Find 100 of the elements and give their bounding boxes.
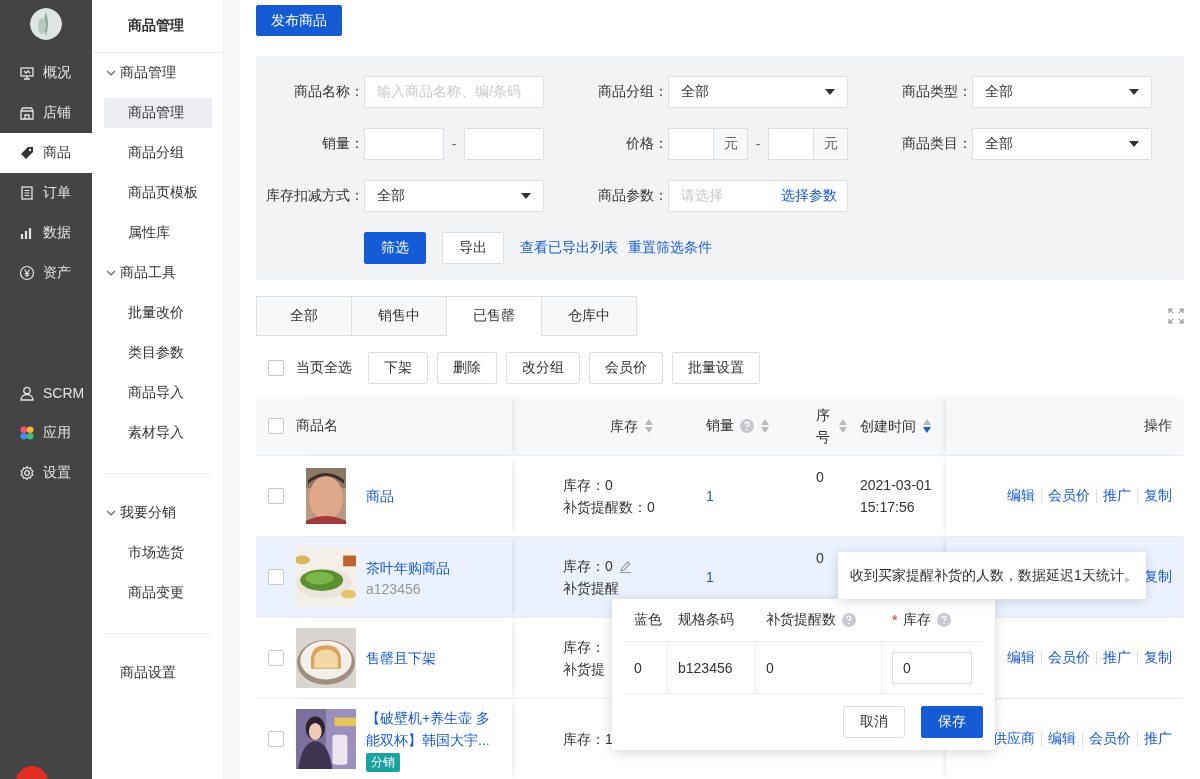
- field-label: 商品分组：: [597, 83, 668, 101]
- submenu-item[interactable]: 属性库: [104, 218, 212, 248]
- action-link[interactable]: 推广: [1103, 649, 1131, 667]
- range-separator: -: [754, 136, 762, 152]
- input-field[interactable]: [464, 128, 544, 160]
- stock-input[interactable]: 0: [892, 651, 972, 684]
- product-name-link[interactable]: 商品: [366, 485, 394, 507]
- pencil-icon[interactable]: [618, 559, 632, 573]
- filter-link[interactable]: 查看已导出列表: [520, 239, 618, 257]
- column-header: 补货提醒数: [766, 611, 836, 629]
- bulk-action-button[interactable]: 改分组: [506, 352, 580, 384]
- price-field[interactable]: 元: [768, 128, 848, 160]
- sales-link[interactable]: 1: [706, 569, 714, 585]
- select-param-link[interactable]: 选择参数: [781, 187, 837, 205]
- nav-item[interactable]: 订单: [0, 173, 92, 213]
- nav-item[interactable]: SCRM: [0, 373, 92, 413]
- action-link[interactable]: 复制: [1144, 649, 1172, 667]
- distribution-tag: 分销: [366, 752, 400, 772]
- avatar[interactable]: [30, 8, 62, 40]
- column-header: 创建时间: [860, 416, 916, 436]
- publish-button[interactable]: 发布商品: [256, 5, 342, 36]
- store-icon: [19, 105, 35, 121]
- help-icon[interactable]: [937, 613, 952, 627]
- sales-link[interactable]: 1: [706, 488, 714, 504]
- select-field[interactable]: 全部: [668, 76, 848, 108]
- select-field[interactable]: 全部: [972, 128, 1152, 160]
- stock-text: 库存：0: [563, 557, 613, 576]
- submenu-item[interactable]: 商品变更: [104, 578, 212, 608]
- tab[interactable]: 销售中: [351, 296, 447, 336]
- nav-item[interactable]: 概况: [0, 53, 92, 93]
- action-link[interactable]: 推广: [1144, 730, 1172, 748]
- input-field[interactable]: [364, 128, 444, 160]
- help-icon[interactable]: [740, 418, 754, 433]
- field-label: 销量：: [321, 135, 364, 153]
- bulk-action-button[interactable]: 删除: [437, 352, 497, 384]
- checkbox[interactable]: [268, 360, 284, 376]
- fullscreen-icon[interactable]: [1168, 308, 1184, 324]
- action-link[interactable]: 复制: [1144, 568, 1172, 586]
- reminder-count-text: 补货提醒: [563, 579, 619, 598]
- table-cell: b123456: [678, 659, 733, 676]
- product-name-link[interactable]: 【破壁机+养生壶 多能双杯】韩国大宇...: [366, 706, 496, 751]
- help-icon[interactable]: [842, 613, 856, 627]
- action-link[interactable]: 编辑: [1007, 487, 1035, 505]
- field-label: 价格：: [625, 135, 668, 153]
- cancel-button[interactable]: 取消: [843, 706, 905, 738]
- filter-link[interactable]: 重置筛选条件: [628, 239, 712, 257]
- submenu-item[interactable]: 商品导入: [104, 378, 212, 408]
- checkbox[interactable]: [268, 569, 284, 585]
- tab[interactable]: 已售罄: [446, 296, 542, 336]
- save-button[interactable]: 保存: [921, 706, 983, 738]
- required-mark: *: [892, 612, 898, 628]
- nav-item[interactable]: 资产: [0, 253, 92, 293]
- action-link[interactable]: 会员价: [1048, 649, 1090, 667]
- submenu-group[interactable]: 我要分销: [92, 493, 223, 533]
- submenu-item[interactable]: 商品分组: [104, 138, 212, 168]
- table-cell: 0: [634, 659, 642, 676]
- submenu-item[interactable]: 类目参数: [104, 338, 212, 368]
- nav-item[interactable]: 店铺: [0, 93, 92, 133]
- tab[interactable]: 全部: [256, 296, 352, 336]
- bulk-action-button[interactable]: 会员价: [589, 352, 663, 384]
- action-link[interactable]: 编辑: [1007, 649, 1035, 667]
- bulk-action-button[interactable]: 下架: [368, 352, 428, 384]
- submenu-group[interactable]: 商品工具: [92, 253, 223, 293]
- submenu-item[interactable]: 商品页模板: [104, 178, 212, 208]
- sort-icon[interactable]: [922, 417, 932, 434]
- export-button[interactable]: 导出: [442, 232, 504, 264]
- submenu-group[interactable]: 商品管理: [92, 53, 223, 93]
- select-field[interactable]: 全部: [364, 180, 544, 212]
- action-link[interactable]: 推广: [1103, 487, 1131, 505]
- submenu-item[interactable]: 市场选货: [104, 538, 212, 568]
- tab[interactable]: 仓库中: [541, 296, 637, 336]
- bulk-action-button[interactable]: 批量设置: [672, 352, 760, 384]
- action-link[interactable]: 编辑: [1048, 730, 1076, 748]
- monitor-icon: [19, 65, 35, 81]
- field-label: 商品类目：: [901, 135, 972, 153]
- submenu-item[interactable]: 素材导入: [104, 418, 212, 448]
- submenu-item[interactable]: 批量改价: [104, 298, 212, 328]
- product-name-link[interactable]: 茶叶年购商品: [366, 557, 450, 579]
- action-link[interactable]: 会员价: [1089, 730, 1131, 748]
- select-field[interactable]: 全部: [972, 76, 1152, 108]
- action-link[interactable]: 供应商: [993, 730, 1035, 748]
- nav-item[interactable]: 商品: [0, 133, 92, 173]
- submenu-item[interactable]: 商品设置: [120, 664, 176, 682]
- price-field[interactable]: 元: [668, 128, 748, 160]
- user-icon: [19, 385, 35, 401]
- yen-icon: [19, 265, 35, 281]
- checkbox[interactable]: [268, 731, 284, 747]
- nav-item[interactable]: 数据: [0, 213, 92, 253]
- column-header: 蓝色: [634, 611, 662, 629]
- filter-button[interactable]: 筛选: [364, 232, 426, 264]
- checkbox[interactable]: [268, 488, 284, 504]
- submenu-item[interactable]: 商品管理: [104, 98, 212, 128]
- product-name-link[interactable]: 售罄且下架: [366, 647, 436, 669]
- action-link[interactable]: 会员价: [1048, 487, 1090, 505]
- action-link[interactable]: 复制: [1144, 487, 1172, 505]
- sequence-number: 0: [816, 468, 824, 487]
- nav-item[interactable]: 设置: [0, 453, 92, 493]
- checkbox[interactable]: [268, 417, 284, 434]
- nav-item[interactable]: 应用: [0, 413, 92, 453]
- checkbox[interactable]: [268, 650, 284, 666]
